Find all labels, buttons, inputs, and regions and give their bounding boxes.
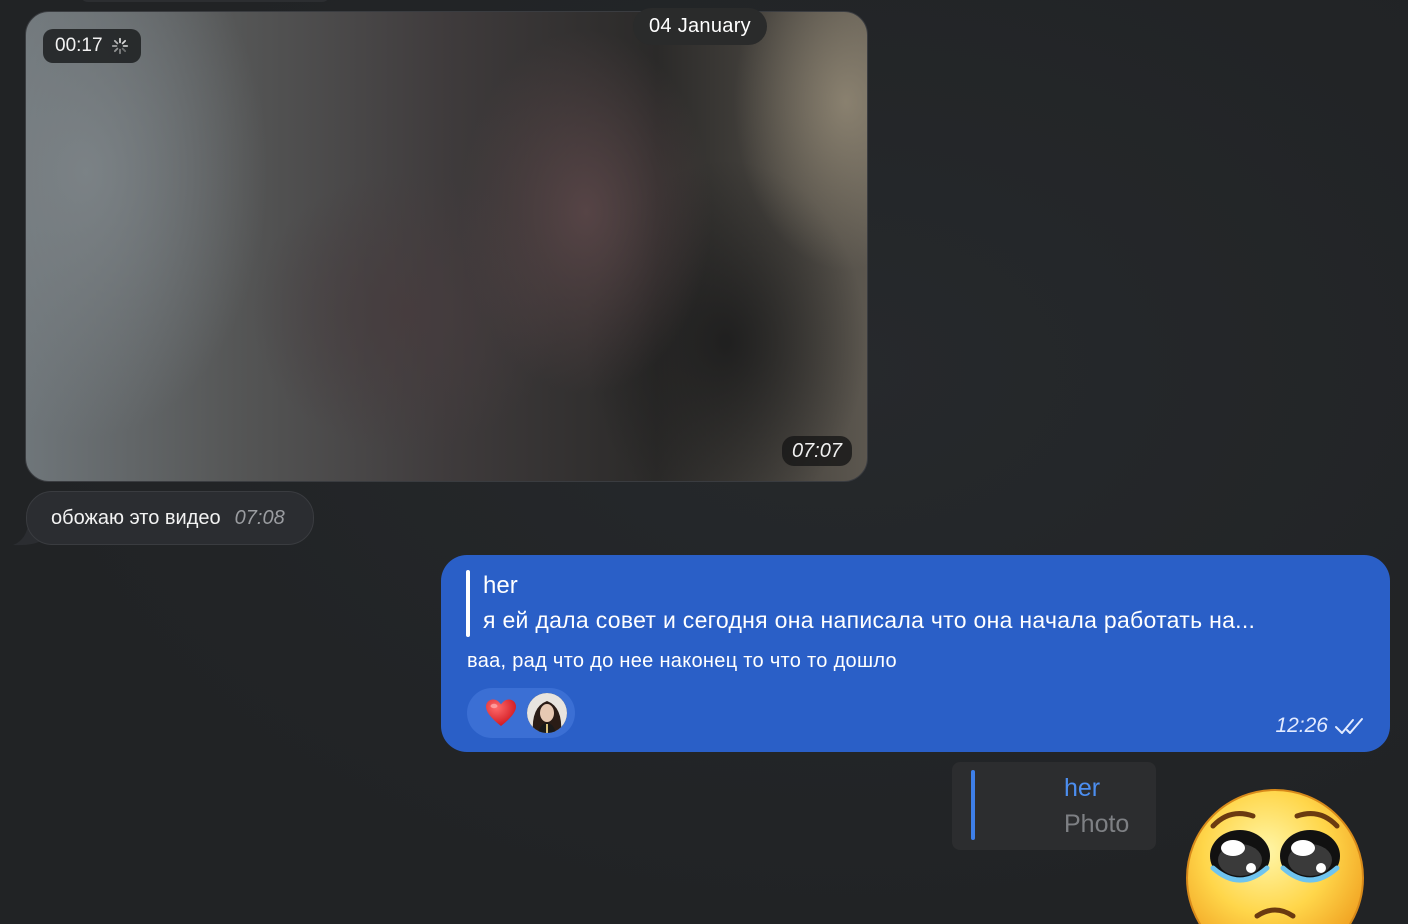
reply-preview[interactable]: her Photo [952, 762, 1156, 850]
double-check-icon [1335, 718, 1363, 734]
reaction-chip[interactable] [467, 688, 575, 738]
incoming-message-bubble[interactable]: обожаю это видео 07:08 [26, 491, 314, 545]
video-duration-badge: 00:17 [43, 29, 141, 63]
reply-text[interactable]: я ей дала совет и сегодня она написала ч… [483, 607, 1255, 634]
video-duration: 00:17 [55, 35, 103, 56]
avatar[interactable] [527, 693, 567, 733]
outgoing-message-bubble[interactable]: her я ей дала совет и сегодня она написа… [441, 555, 1390, 752]
message-text: ваа, рад что до нее наконец то что то до… [467, 650, 897, 672]
message-text: обожаю это видео [51, 506, 221, 529]
date-separator: 04 January [633, 8, 767, 45]
loading-spinner-icon [111, 37, 128, 55]
reply-quote-bar [971, 770, 975, 840]
avatar-image [527, 693, 567, 733]
video-message[interactable]: 00:17 07:07 [25, 11, 868, 482]
reply-author[interactable]: her [483, 572, 518, 600]
reply-quote-bar [466, 570, 470, 637]
heart-icon [486, 699, 516, 726]
pleading-face-sticker[interactable] [1185, 788, 1365, 924]
previous-message-edge [80, 0, 330, 2]
message-time: 07:07 [781, 436, 852, 466]
message-status: 12:26 [1275, 714, 1366, 738]
chat-area: 00:17 07:07 04 January обожаю это видео [0, 0, 1408, 924]
reply-type: Photo [1064, 810, 1130, 838]
reply-author: her [1064, 774, 1101, 802]
message-time: 07:08 [234, 506, 285, 529]
message-time: 12:26 [1275, 714, 1328, 737]
